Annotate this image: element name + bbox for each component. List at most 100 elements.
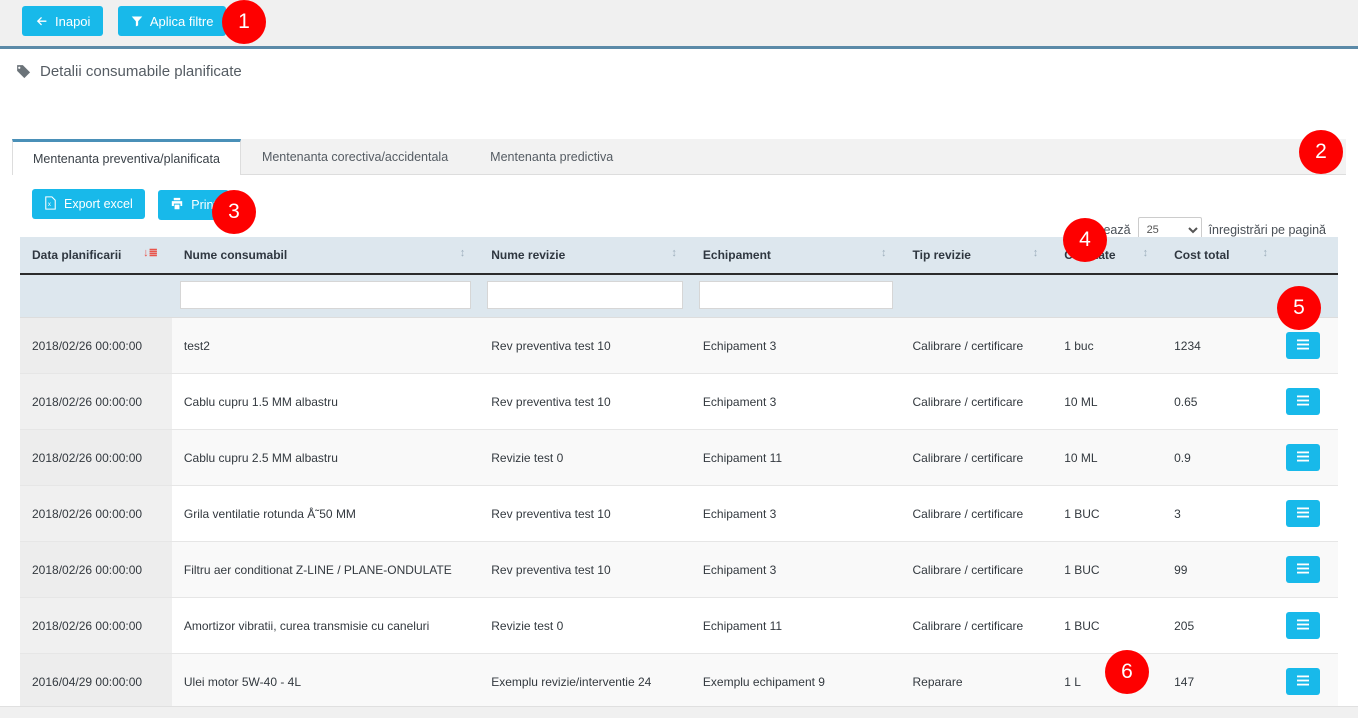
column-header-data-planificarii[interactable]: ↓≣ Data planificarii — [20, 237, 172, 275]
table-head: ↓≣ Data planificarii ↕ Nume consumabil ↕… — [20, 237, 1338, 318]
column-label: Cost total — [1174, 248, 1230, 262]
row-actions-button[interactable] — [1285, 500, 1320, 527]
cell-tip-revizie: Calibrare / certificare — [900, 597, 1053, 654]
list-menu-icon — [1296, 562, 1310, 577]
filter-cell-nume-revizie — [479, 274, 691, 318]
table-header-row: ↓≣ Data planificarii ↕ Nume consumabil ↕… — [20, 237, 1338, 275]
row-actions-button[interactable] — [1285, 556, 1320, 583]
cell-tip-revizie: Calibrare / certificare — [900, 429, 1053, 486]
column-label: Nume revizie — [491, 248, 566, 262]
table-row[interactable]: 2018/02/26 00:00:00 Amortizor vibratii, c… — [20, 597, 1338, 654]
arrow-left-icon — [35, 15, 48, 28]
print-button[interactable]: Print — [158, 189, 229, 220]
cell-echipament: Echipament 3 — [690, 317, 901, 374]
sort-icon: ↕ — [881, 247, 887, 259]
file-excel-icon: x — [44, 195, 57, 213]
page-root: Inapoi Aplica filtre Detalii consumabile… — [0, 0, 1358, 718]
column-header-cost-total[interactable]: ↕ Cost total — [1162, 237, 1282, 275]
cell-cost-total: 205 — [1162, 597, 1282, 654]
cell-actions — [1281, 429, 1338, 486]
svg-text:x: x — [48, 201, 51, 208]
sort-icon: ↕ — [671, 247, 677, 259]
table-row[interactable]: 2018/02/26 00:00:00 test2 Rev preventiva t… — [20, 317, 1338, 374]
row-actions-button[interactable] — [1285, 332, 1320, 359]
cell-data-planificarii: 2018/02/26 00:00:00 — [20, 541, 172, 598]
cell-actions — [1281, 317, 1338, 374]
column-header-cantitate[interactable]: ↕ Cantitate — [1052, 237, 1163, 275]
list-menu-icon — [1296, 618, 1310, 633]
cell-nume-revizie: Exemplu revizie/interventie 24 — [479, 653, 691, 710]
cell-cantitate: 1 L — [1052, 653, 1163, 710]
content-panel: Detalii consumabile planificate Mentenan… — [0, 46, 1358, 710]
cell-cost-total: 3 — [1162, 485, 1282, 542]
cell-cantitate: 10 ML — [1052, 373, 1163, 430]
filter-input-nume-consumabil[interactable] — [179, 281, 472, 309]
apply-filters-button[interactable]: Aplica filtre — [117, 6, 227, 36]
cell-echipament: Exemplu echipament 9 — [690, 653, 901, 710]
filter-input-echipament[interactable] — [698, 281, 893, 309]
print-label: Print — [191, 197, 217, 212]
filter-cell-empty — [20, 274, 172, 318]
cell-cost-total: 0.9 — [1162, 429, 1282, 486]
top-toolbar: Inapoi Aplica filtre — [0, 0, 1358, 46]
cell-data-planificarii: 2018/02/26 00:00:00 — [20, 373, 172, 430]
column-label: Nume consumabil — [183, 248, 288, 262]
back-button[interactable]: Inapoi — [22, 6, 104, 36]
column-header-tip-revizie[interactable]: ↕ Tip revizie — [900, 237, 1053, 275]
cell-cost-total: 0.65 — [1162, 373, 1282, 430]
cell-nume-revizie: Rev preventiva test 10 — [479, 373, 691, 430]
printer-icon — [170, 197, 184, 213]
cell-actions — [1281, 373, 1338, 430]
length-menu-suffix: înregistrări pe pagină — [1208, 223, 1326, 237]
table-row[interactable]: 2018/02/26 00:00:00 Cablu cupru 1.5 MM al… — [20, 373, 1338, 430]
cell-tip-revizie: Calibrare / certificare — [900, 485, 1053, 542]
sort-desc-icon: ↓≣ — [143, 247, 158, 259]
filter-cell-nume-consumabil — [171, 274, 480, 318]
cell-cantitate: 1 BUC — [1052, 485, 1163, 542]
tab-mentenanta-corectiva[interactable]: Mentenanta corectiva/accidentala — [241, 139, 469, 174]
table-row[interactable]: 2016/04/29 00:00:00 Ulei motor 5W-40 - 4L… — [20, 653, 1338, 710]
tab-mentenanta-preventiva[interactable]: Mentenanta preventiva/planificata — [12, 139, 241, 175]
cell-cantitate: 1 BUC — [1052, 541, 1163, 598]
row-actions-button[interactable] — [1285, 444, 1320, 471]
cell-cost-total: 1234 — [1162, 317, 1282, 374]
column-label: Data planificarii — [32, 248, 122, 262]
cell-nume-revizie: Rev preventiva test 10 — [479, 317, 691, 374]
cell-nume-revizie: Revizie test 0 — [479, 429, 691, 486]
filter-input-nume-revizie[interactable] — [487, 281, 683, 309]
cell-nume-revizie: Revizie test 0 — [479, 597, 691, 654]
column-filter-row — [20, 274, 1338, 318]
filter-cell-empty — [1281, 274, 1338, 318]
filter-cell-empty — [1162, 274, 1282, 318]
table-row[interactable]: 2018/02/26 00:00:00 Grila ventilatie rotu… — [20, 485, 1338, 542]
column-header-echipament[interactable]: ↕ Echipament — [690, 237, 901, 275]
cell-actions — [1281, 653, 1338, 710]
tab-label: Mentenanta corectiva/accidentala — [261, 150, 449, 164]
column-label: Cantitate — [1064, 248, 1116, 262]
export-excel-button[interactable]: x Export excel — [32, 189, 145, 219]
page-title: Detalii consumabile planificate — [0, 49, 1358, 80]
cell-nume-consumabil: Grila ventilatie rotunda Å˜50 MM — [171, 485, 480, 542]
column-label: Tip revizie — [912, 248, 971, 262]
sort-icon: ↕ — [1142, 247, 1149, 259]
tab-bar: Mentenanta preventiva/planificata Menten… — [12, 139, 1346, 175]
cell-data-planificarii: 2018/02/26 00:00:00 — [20, 485, 172, 542]
cell-nume-consumabil: test2 — [171, 317, 480, 374]
data-table-wrapper: ↓≣ Data planificarii ↕ Nume consumabil ↕… — [20, 237, 1338, 710]
cell-nume-consumabil: Filtru aer conditionat Z-LINE / PLANE-ON… — [171, 541, 480, 598]
cell-data-planificarii: 2018/02/26 00:00:00 — [20, 317, 172, 374]
row-actions-button[interactable] — [1285, 388, 1320, 415]
row-actions-button[interactable] — [1285, 612, 1320, 639]
cell-echipament: Echipament 3 — [690, 373, 901, 430]
cell-tip-revizie: Calibrare / certificare — [900, 317, 1053, 374]
table-row[interactable]: 2018/02/26 00:00:00 Cablu cupru 2.5 MM al… — [20, 429, 1338, 486]
row-actions-button[interactable] — [1285, 668, 1320, 695]
tab-mentenanta-predictiva[interactable]: Mentenanta predictiva — [469, 139, 634, 174]
table-row[interactable]: 2018/02/26 00:00:00 Filtru aer conditiona… — [20, 541, 1338, 598]
cell-cost-total: 147 — [1162, 653, 1282, 710]
table-body: 2018/02/26 00:00:00 test2 Rev preventiva t… — [20, 317, 1338, 710]
column-header-nume-revizie[interactable]: ↕ Nume revizie — [479, 237, 691, 275]
list-menu-icon — [1296, 506, 1310, 521]
column-header-nume-consumabil[interactable]: ↕ Nume consumabil — [171, 237, 480, 275]
apply-filters-label: Aplica filtre — [149, 13, 214, 29]
